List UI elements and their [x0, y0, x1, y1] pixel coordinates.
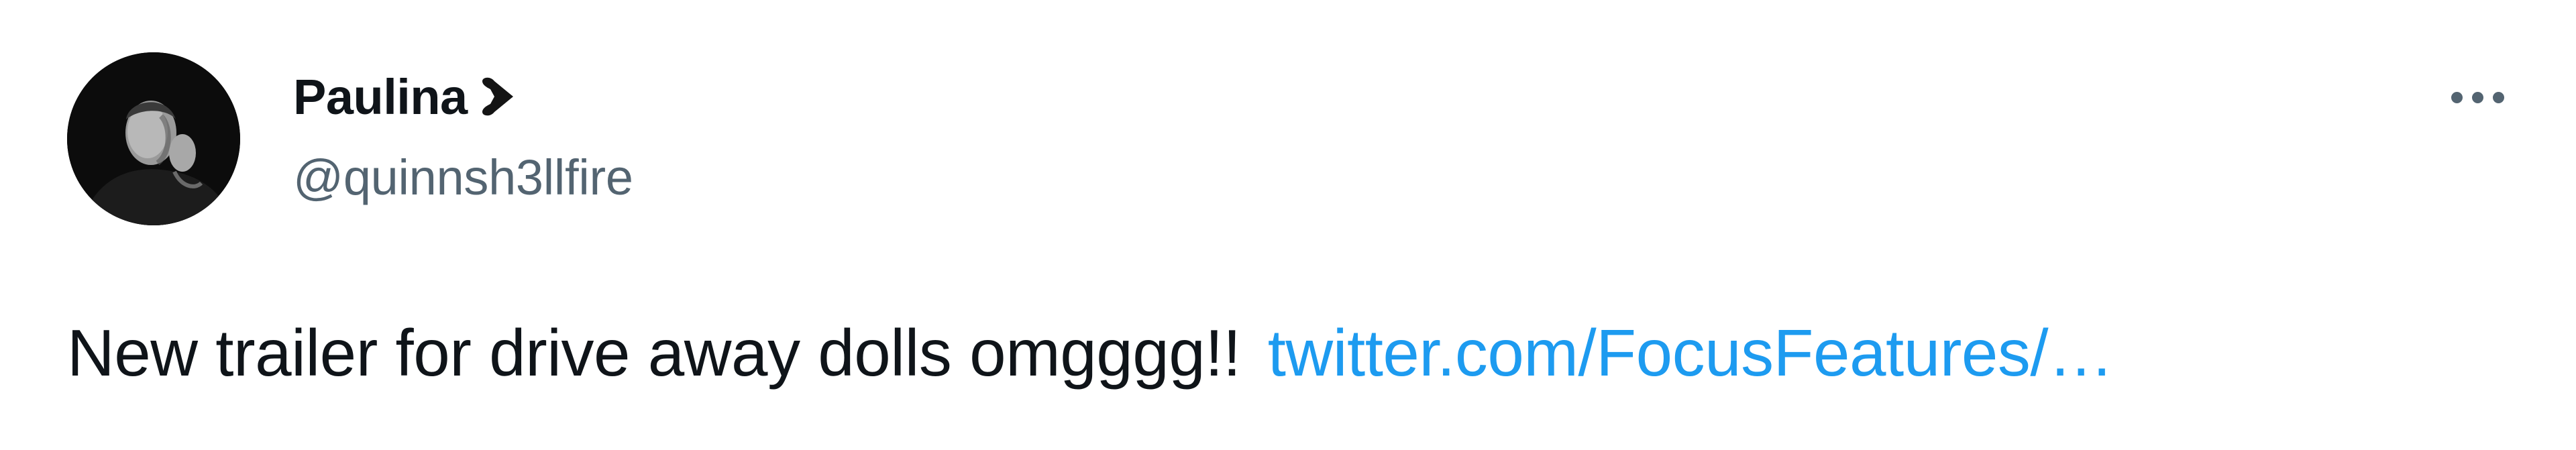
- more-dots-icon: [2451, 91, 2463, 103]
- avatar[interactable]: [67, 52, 240, 225]
- more-dots-icon: [2492, 91, 2504, 103]
- tweet-card: Paulina @quinnsh3llfire New trailer for …: [0, 0, 2576, 450]
- author-handle[interactable]: @quinnsh3llfire: [293, 149, 633, 206]
- tweet-link[interactable]: twitter.com/FocusFeatures/…: [1268, 316, 2114, 390]
- more-options-button[interactable]: [2440, 80, 2514, 114]
- black-heart-icon: [477, 76, 519, 117]
- avatar-image: [67, 52, 240, 225]
- more-dots-icon: [2471, 91, 2483, 103]
- tweet-body: New trailer for drive away dolls omgggg!…: [67, 316, 1241, 390]
- author-name-row[interactable]: Paulina: [293, 64, 519, 129]
- author-display-name[interactable]: Paulina: [293, 68, 468, 125]
- tweet-text: New trailer for drive away dolls omgggg!…: [67, 315, 2114, 391]
